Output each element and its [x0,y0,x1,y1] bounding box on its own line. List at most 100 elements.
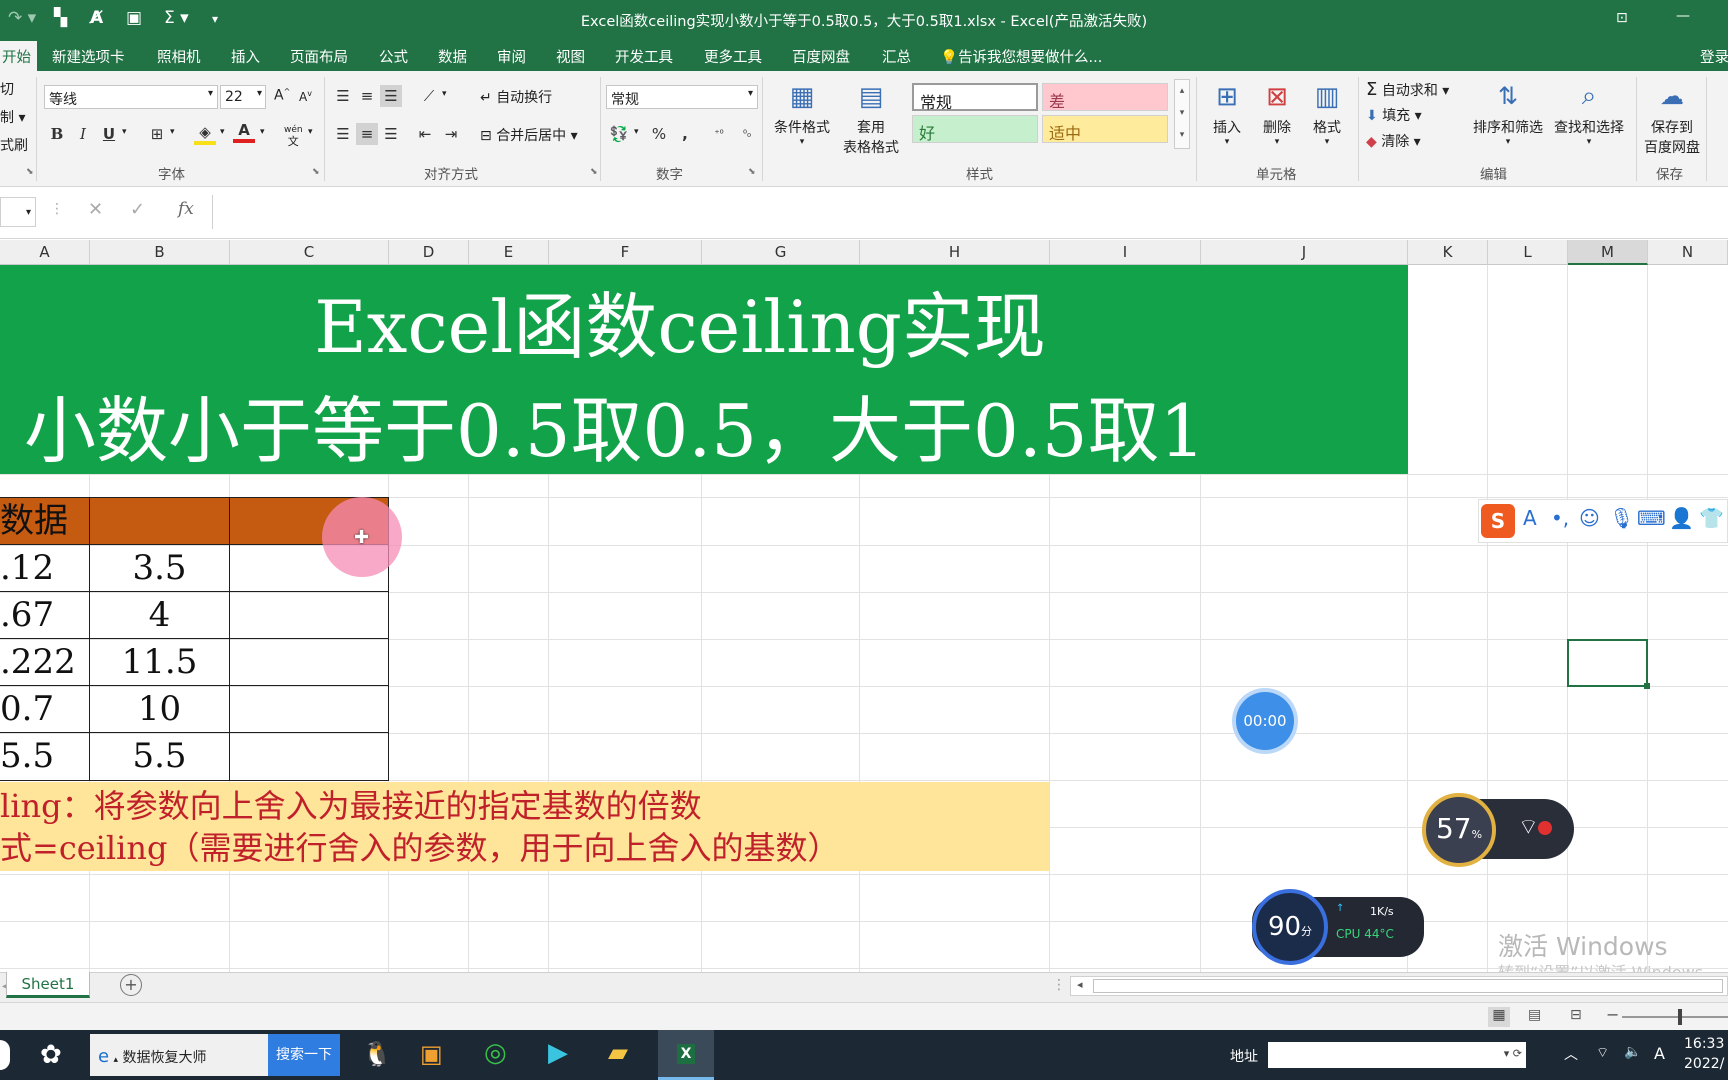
zoom-slider-thumb[interactable] [1678,1009,1682,1025]
clock-time[interactable]: 16:33 [1684,1036,1724,1052]
currency-dropdown-icon[interactable]: ▾ [634,127,639,137]
save-baidu-button[interactable]: ☁ 保存到 百度网盘 [1640,75,1704,157]
currency-icon[interactable]: 💱 [608,123,630,145]
page-break-view-icon[interactable]: ⊟ [1570,1007,1582,1023]
wrap-text-button[interactable]: ↵ 自动换行 [480,87,552,107]
ime-lang-icon[interactable]: A [1523,506,1537,530]
ime-user-icon[interactable]: 👤 [1669,506,1694,530]
col-A[interactable]: A [0,240,90,265]
sheet-grid[interactable]: Excel函数ceiling实现 小数小于等于0.5取0.5，大于0.5取1 数… [0,265,1728,972]
folder-icon[interactable]: ▰ [608,1038,628,1068]
font-size-select[interactable]: 22 ▾ [220,85,266,109]
col-N[interactable]: N [1648,240,1728,265]
ime-keyboard-icon[interactable]: ⌨ [1637,506,1666,530]
tab-camera[interactable]: 照相机 [157,46,201,67]
cancel-icon[interactable]: ✕ [88,199,103,220]
fill-button[interactable]: ⬇ 填充 ▾ [1366,105,1422,125]
style-good[interactable]: 好 [912,115,1038,143]
col-K[interactable]: K [1408,240,1488,265]
percent-button[interactable]: % [648,123,670,145]
restore-ribbon-icon[interactable]: ⊡ [1616,10,1628,26]
col-M[interactable]: M [1568,240,1648,265]
name-box[interactable]: ▾ [0,197,36,227]
clear-button[interactable]: ◆ 清除 ▾ [1366,131,1421,151]
italic-button[interactable]: I [72,123,94,145]
border-dropdown-icon[interactable]: ▾ [170,127,175,137]
cell-c-row5[interactable] [229,732,389,781]
number-launcher-icon[interactable]: ⬊ [748,167,756,177]
bold-button[interactable]: B [46,123,68,145]
align-left-icon[interactable]: ☰ [332,123,354,145]
scroll-left-icon[interactable]: ◂ [1077,978,1083,991]
format-cells-button[interactable]: ▥ 格式 ▾ [1304,77,1350,147]
pinwheel-icon[interactable]: ✿ [40,1040,62,1070]
sheet-tab-sheet1[interactable]: Sheet1 [6,972,90,998]
page-layout-view-icon[interactable]: ▤ [1528,1007,1541,1023]
tab-review[interactable]: 审阅 [497,46,526,67]
col-G[interactable]: G [702,240,860,265]
browser360-icon[interactable]: ◎ [484,1038,507,1068]
font-launcher-icon[interactable]: ⬊ [312,167,320,177]
sogou-logo-icon[interactable]: S [1481,504,1515,538]
cell-b-row2[interactable]: 4 [89,591,230,639]
qq-icon[interactable]: 🐧 [362,1040,392,1068]
cell-a-row3[interactable]: .222 [0,638,90,686]
start-icon[interactable] [0,1040,10,1070]
autosum-button[interactable]: Σ 自动求和 ▾ [1366,79,1449,100]
format-painter-button[interactable]: 式刷 [0,135,28,155]
copy-button[interactable]: 制 ▾ [0,107,25,127]
ime-punct-icon[interactable]: •, [1551,506,1569,530]
cell-b-row5[interactable]: 5.5 [89,732,230,781]
alignment-launcher-icon[interactable]: ⬊ [590,167,598,177]
col-L[interactable]: L [1488,240,1568,265]
network-icon[interactable]: ⌔ [1596,1044,1609,1062]
tab-more-tools[interactable]: 更多工具 [704,46,762,67]
increase-decimal-icon[interactable]: ⁺⁰ [708,123,730,145]
cell-b-row3[interactable]: 11.5 [89,638,230,686]
tab-data[interactable]: 数据 [438,46,467,67]
volume-icon[interactable]: 🔈 [1624,1044,1641,1060]
performance-widget[interactable]: 90分 ↑ 1K/s CPU 44°C [1252,889,1424,965]
delete-cells-button[interactable]: ⊠ 删除 ▾ [1254,77,1300,147]
align-center-icon[interactable]: ≡ [356,123,378,145]
tab-summary[interactable]: 汇总 [882,46,911,67]
border-icon[interactable]: ⊞ [146,123,168,145]
col-J[interactable]: J [1201,240,1408,265]
fill-color-icon[interactable]: ◈ [194,123,216,145]
col-C[interactable]: C [230,240,389,265]
tab-page-layout[interactable]: 页面布局 [290,46,348,67]
formula-input[interactable] [212,195,1728,229]
col-F[interactable]: F [549,240,702,265]
horizontal-scrollbar[interactable]: ◂ [1070,976,1728,996]
fill-handle[interactable] [1644,683,1650,689]
memory-widget[interactable]: 57% ⌔ [1422,793,1574,867]
find-select-button[interactable]: ⌕ 查找和选择 ▾ [1550,75,1628,147]
ime-skin-icon[interactable]: 👕 [1699,506,1724,530]
tray-expand-icon[interactable]: ︿ [1564,1044,1578,1064]
align-middle-icon[interactable]: ≡ [356,85,378,107]
col-B[interactable]: B [90,240,230,265]
address-input[interactable]: ▾ ⟳ [1268,1042,1526,1068]
media-icon[interactable]: ▣ [420,1040,443,1068]
zoom-out-icon[interactable]: − [1606,1005,1619,1024]
tab-developer[interactable]: 开发工具 [615,46,673,67]
tab-new[interactable]: 新建选项卡 [52,46,125,67]
tell-me-search[interactable]: 💡告诉我您想要做什么... [940,46,1102,67]
ime-voice-icon[interactable]: 🎙 [1609,506,1634,530]
minimize-icon[interactable]: — [1676,8,1690,24]
align-bottom-icon[interactable]: ☰ [380,85,402,107]
conditional-format-button[interactable]: ▦ 条件格式 ▾ [770,77,834,147]
col-E[interactable]: E [469,240,549,265]
excel-taskbar-app[interactable]: X [658,1030,714,1080]
clock-date[interactable]: 2022/ [1684,1056,1724,1072]
confirm-icon[interactable]: ✓ [130,199,145,220]
cell-c-row3[interactable] [229,638,389,686]
table-format-button[interactable]: ▤ 套用 表格格式 [836,77,906,157]
insert-cells-button[interactable]: ⊞ 插入 ▾ [1204,77,1250,147]
increase-indent-icon[interactable]: ⇥ [440,123,462,145]
styles-scroll[interactable]: ▴ ▾ ▾ [1174,79,1190,149]
grow-font-icon[interactable]: A^ [274,87,290,104]
normal-view-icon[interactable]: ▦ [1488,1007,1510,1027]
style-neutral[interactable]: 适中 [1042,115,1168,143]
phonetic-dropdown-icon[interactable]: ▾ [308,127,313,137]
